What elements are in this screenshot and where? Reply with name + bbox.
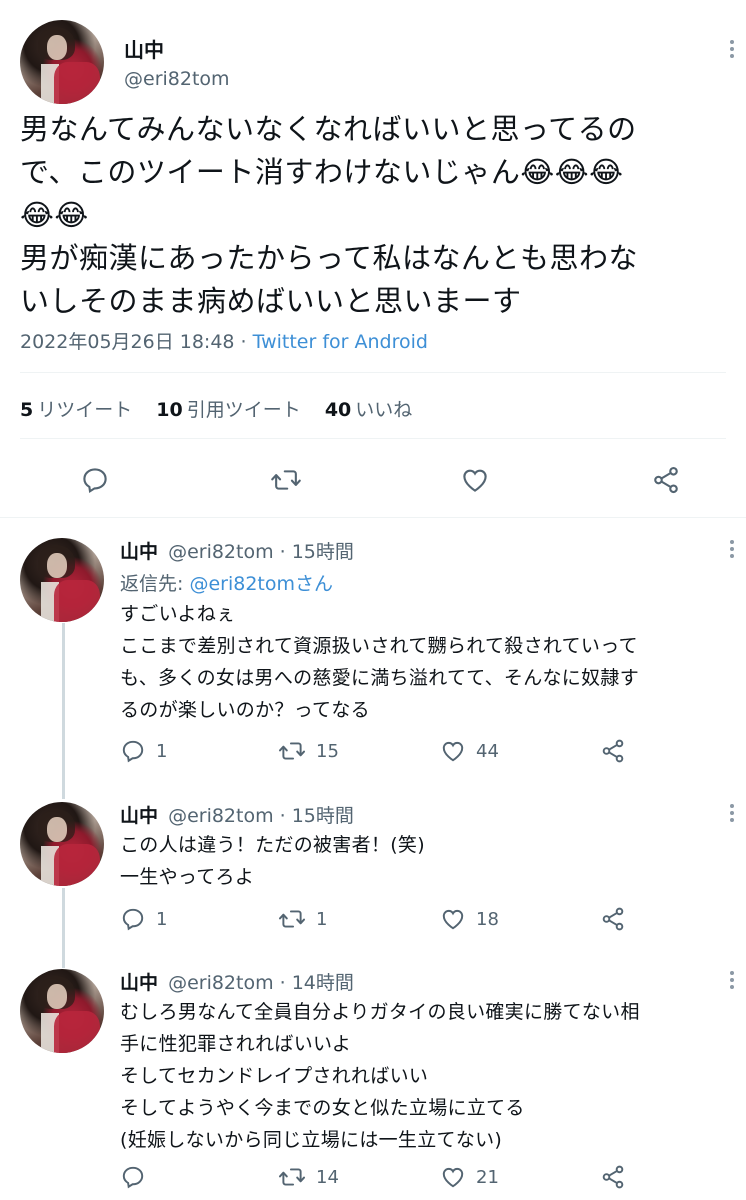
reply-text-line: そしてようやく今までの女と似た立場に立てる <box>120 1097 525 1119</box>
divider <box>0 517 746 518</box>
reply-text-line: も、多くの女は男への慈愛に満ち溢れてて、そんなに奴隷す <box>120 667 640 689</box>
retweet-button[interactable]: 1 <box>278 906 327 932</box>
avatar[interactable] <box>20 802 104 886</box>
reply-text-line: すごいよねぇ <box>120 603 236 625</box>
user-handle[interactable]: @eri82tom <box>124 68 230 90</box>
more-options-icon[interactable] <box>729 40 735 62</box>
reply-to-link[interactable]: @eri82tomさん <box>189 573 333 595</box>
like-icon <box>442 909 464 930</box>
thread-line <box>62 888 65 968</box>
avatar[interactable] <box>20 538 104 622</box>
reply-icon <box>122 1166 144 1189</box>
reply-icon <box>122 740 144 763</box>
reply-text-line: この人は違う！ただの被害者！(笑) <box>120 834 425 856</box>
tweet-text-line: いしそのまま病めばいいと思いまーす <box>20 284 522 318</box>
reply-text-line: そしてセカンドレイプされればいい <box>120 1065 429 1087</box>
display-name[interactable]: 山中 <box>124 34 164 63</box>
source-link[interactable]: Twitter for Android <box>253 331 428 353</box>
share-button[interactable] <box>600 738 626 764</box>
like-icon <box>463 469 487 492</box>
like-button[interactable]: 44 <box>440 738 499 764</box>
share-icon <box>654 466 678 494</box>
retweet-button[interactable]: 15 <box>278 738 339 764</box>
divider <box>20 372 726 373</box>
handle-time[interactable]: @eri82tom · 15時間 <box>168 805 354 827</box>
timestamp[interactable]: 2022年05月26日 18:48 · <box>20 331 253 353</box>
handle-time[interactable]: @eri82tom · 15時間 <box>168 541 354 563</box>
engagement-stats: 5 リツイート 10 引用ツイート 40 いいね <box>20 395 412 422</box>
reply-text-line: ここまで差別されて資源扱いされて嬲られて殺されていって <box>120 635 638 657</box>
reply-text-line: (妊娠しないから同じ立場には一生立てない) <box>120 1129 503 1151</box>
retweet-icon <box>278 742 306 760</box>
retweet-icon <box>278 1168 306 1186</box>
display-name[interactable]: 山中 <box>120 972 158 994</box>
replying-to: 返信先: @eri82tomさん <box>120 573 333 595</box>
like-button[interactable]: 18 <box>440 906 499 932</box>
like-count: 44 <box>476 740 499 762</box>
reply-header: 山中 @eri82tom · 15時間 <box>120 537 354 564</box>
reply-text-line: 手に性犯罪されればいいよ <box>120 1033 352 1055</box>
retweet-count: 1 <box>316 908 328 930</box>
avatar[interactable] <box>20 20 104 104</box>
reply-button[interactable] <box>120 1164 156 1190</box>
reply-text-line: 一生やってろよ <box>120 866 255 888</box>
reply-text: すごいよねぇ ここまで差別されて資源扱いされて嬲られて殺されていって も、多くの… <box>120 598 740 726</box>
retweet-button[interactable]: 14 <box>278 1164 339 1190</box>
display-name[interactable]: 山中 <box>120 805 158 827</box>
divider <box>20 438 726 439</box>
like-button[interactable]: 21 <box>440 1164 499 1190</box>
tweet-text-line: で、このツイート消すわけないじゃん😂😂😂 <box>20 155 624 189</box>
retweet-icon <box>271 470 301 490</box>
reply-icon <box>83 468 107 494</box>
share-button[interactable] <box>651 465 681 495</box>
thread-line <box>62 623 65 799</box>
more-options-icon[interactable] <box>729 804 735 826</box>
retweet-button[interactable] <box>270 465 302 495</box>
display-name[interactable]: 山中 <box>120 541 158 563</box>
retweet-icon <box>278 910 306 928</box>
share-icon <box>602 907 624 931</box>
reply-button[interactable]: 1 <box>120 906 167 932</box>
quotes-stat[interactable]: 10 引用ツイート <box>156 399 300 421</box>
like-count: 18 <box>476 908 499 930</box>
like-icon <box>442 741 464 762</box>
reply-button[interactable] <box>80 465 110 495</box>
like-icon <box>442 1167 464 1188</box>
more-options-icon[interactable] <box>729 540 735 562</box>
retweet-count: 14 <box>316 1166 339 1188</box>
like-button[interactable] <box>460 465 490 495</box>
reply-count: 1 <box>156 908 168 930</box>
reply-icon <box>122 908 144 931</box>
share-button[interactable] <box>600 1164 626 1190</box>
reply-header: 山中 @eri82tom · 14時間 <box>120 968 354 995</box>
reply-header: 山中 @eri82tom · 15時間 <box>120 801 354 828</box>
likes-stat[interactable]: 40 いいね <box>325 399 412 421</box>
share-button[interactable] <box>600 906 626 932</box>
reply-text: この人は違う！ただの被害者！(笑) 一生やってろよ <box>120 829 740 893</box>
tweet-text-line: 男が痴漢にあったからって私はなんとも思わな <box>20 241 639 275</box>
share-icon <box>602 739 624 763</box>
reply-button[interactable]: 1 <box>120 738 167 764</box>
reply-text-line: るのが楽しいのか？ってなる <box>120 699 370 721</box>
avatar[interactable] <box>20 969 104 1053</box>
tweet-meta: 2022年05月26日 18:48 · Twitter for Android <box>20 327 428 354</box>
share-icon <box>602 1165 624 1189</box>
reply-count: 1 <box>156 740 168 762</box>
reply-text-line: むしろ男なんて全員自分よりガタイの良い確実に勝てない相 <box>120 1001 640 1023</box>
more-options-icon[interactable] <box>729 971 735 993</box>
retweet-count: 15 <box>316 740 339 762</box>
tweet-text: 男なんてみんないなくなればいいと思ってるの で、このツイート消すわけないじゃん😂… <box>20 108 736 323</box>
tweet-text-line: 😂😂 <box>20 198 89 232</box>
reply-text: むしろ男なんて全員自分よりガタイの良い確実に勝てない相 手に性犯罪されればいいよ… <box>120 996 740 1156</box>
handle-time[interactable]: @eri82tom · 14時間 <box>168 972 354 994</box>
retweets-stat[interactable]: 5 リツイート <box>20 399 132 421</box>
tweet-text-line: 男なんてみんないなくなればいいと思ってるの <box>20 112 637 146</box>
like-count: 21 <box>476 1166 499 1188</box>
